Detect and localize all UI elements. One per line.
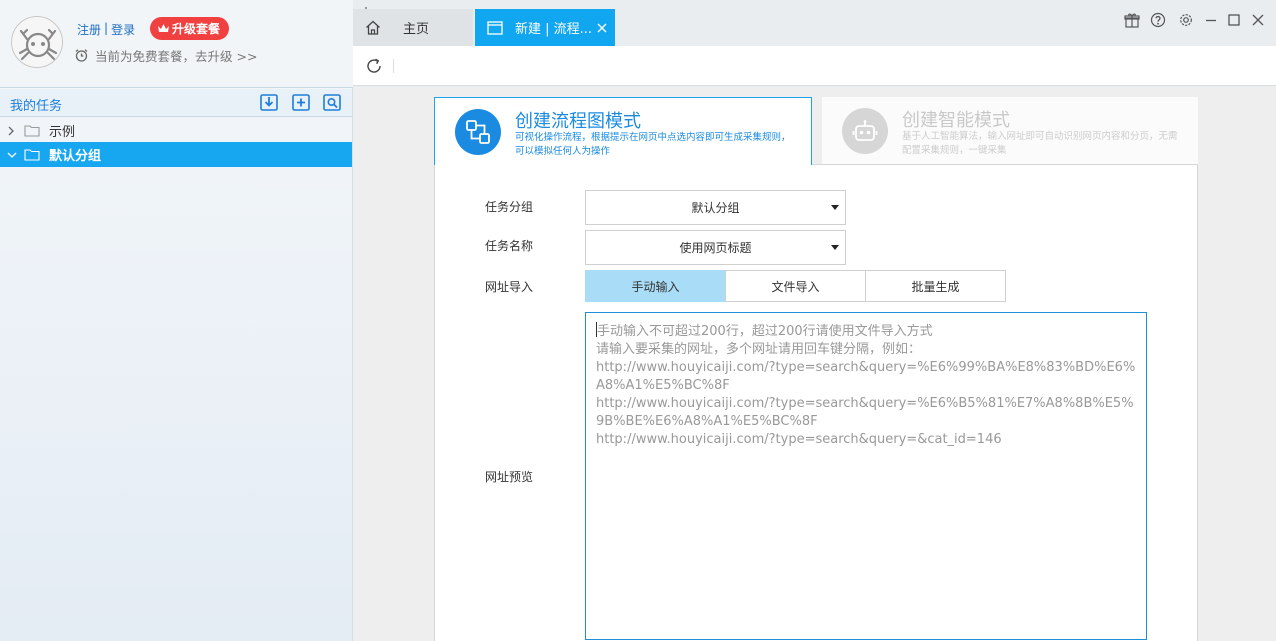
- task-group-label: 任务分组: [485, 200, 534, 214]
- close-tab-icon[interactable]: [597, 23, 607, 33]
- mode-title: 创建智能模式: [902, 110, 1010, 131]
- tab-home[interactable]: 主页: [353, 9, 473, 46]
- folder-icon: [24, 148, 40, 161]
- tree-item-default-group[interactable]: 默认分组: [0, 142, 352, 167]
- tab-manual-input[interactable]: 手动输入: [585, 270, 726, 302]
- url-textarea[interactable]: 手动输入不可超过200行，超过200行请使用文件导入方式 请输入要采集的网址，多…: [585, 312, 1147, 640]
- window-icon: [487, 20, 503, 35]
- robot-icon: [842, 108, 888, 154]
- mode-description: 基于人工智能算法，输入网址即可自动识别网页内容和分页，无需配置采集规则，一键采集: [902, 131, 1178, 156]
- folder-icon: [24, 124, 40, 137]
- help-icon: [1150, 12, 1166, 28]
- mode-description: 可视化操作流程，根据提示在网页中点选内容即可生成采集规则，可以模拟任何人为操作: [515, 132, 791, 157]
- task-group-select[interactable]: 默认分组: [585, 190, 846, 225]
- tree-item-label: 默认分组: [49, 149, 102, 164]
- mode-tab-smart[interactable]: 创建智能模式 基于人工智能算法，输入网址即可自动识别网页内容和分页，无需配置采集…: [822, 97, 1198, 165]
- avatar[interactable]: [11, 16, 63, 68]
- login-links: 注册 | 登录: [77, 21, 135, 38]
- refresh-icon[interactable]: [365, 57, 383, 75]
- tree-item-label: 示例: [49, 125, 76, 140]
- minimize-icon: [1206, 19, 1216, 22]
- close-icon: [1252, 14, 1264, 26]
- alarm-clock-icon: [75, 49, 88, 62]
- register-link[interactable]: 注册: [77, 21, 101, 38]
- link-separator: |: [104, 21, 109, 35]
- user-box: 注册 | 登录 升级套餐 当前为免费套餐，去升级 >>: [0, 0, 353, 88]
- login-link[interactable]: 登录: [111, 21, 135, 38]
- gift-button[interactable]: [1123, 11, 1141, 29]
- tab-new-flow[interactable]: 新建 | 流程...: [475, 9, 615, 46]
- left-panel: 注册 | 登录 升级套餐 当前为免费套餐，去升级 >> 我的任务 示例 默认分组: [0, 0, 353, 641]
- flowchart-icon: [455, 109, 501, 155]
- plan-text: 当前为免费套餐，去升级 >>: [95, 49, 258, 64]
- select-value: 使用网页标题: [679, 241, 752, 255]
- chevron-right-icon[interactable]: [7, 126, 17, 136]
- help-button[interactable]: [1149, 11, 1167, 29]
- maximize-button[interactable]: [1225, 11, 1243, 29]
- mode-tab-flowchart[interactable]: 创建流程图模式 可视化操作流程，根据提示在网页中点选内容即可生成采集规则，可以模…: [434, 97, 812, 165]
- search-task-icon[interactable]: [322, 92, 342, 112]
- url-import-tabs: 手动输入 文件导入 批量生成: [585, 270, 1007, 302]
- tree-item-example[interactable]: 示例: [0, 118, 352, 143]
- crab-avatar-icon: [18, 28, 58, 61]
- dropdown-arrow-icon: [831, 245, 839, 250]
- maximize-icon: [1228, 14, 1240, 26]
- url-placeholder: 手动输入不可超过200行，超过200行请使用文件导入方式 请输入要采集的网址，多…: [596, 324, 1136, 447]
- task-name-label: 任务名称: [485, 239, 534, 253]
- task-header: 我的任务: [0, 89, 352, 117]
- select-value: 默认分组: [691, 201, 740, 215]
- toolbar: [353, 46, 1276, 86]
- plan-status[interactable]: 当前为免费套餐，去升级 >>: [74, 46, 257, 65]
- chevron-down-icon[interactable]: [7, 151, 17, 159]
- close-window-button[interactable]: [1249, 11, 1267, 29]
- settings-button[interactable]: [1177, 11, 1195, 29]
- main-content: 创建流程图模式 可视化操作流程，根据提示在网页中点选内容即可生成采集规则，可以模…: [353, 87, 1276, 641]
- toolbar-divider: [393, 59, 394, 73]
- tab-batch-generate[interactable]: 批量生成: [865, 270, 1006, 302]
- gear-icon: [1180, 14, 1192, 26]
- task-name-select[interactable]: 使用网页标题: [585, 230, 846, 265]
- gift-icon: [1124, 13, 1140, 28]
- home-icon: [366, 20, 380, 35]
- upgrade-label: 升级套餐: [172, 22, 221, 36]
- dropdown-arrow-icon: [831, 205, 839, 210]
- url-preview-label: 网址预览: [485, 470, 534, 484]
- add-task-icon[interactable]: [291, 92, 311, 112]
- my-tasks-title: 我的任务: [10, 99, 63, 114]
- tab-bar: 主页 新建 | 流程...: [353, 0, 1276, 46]
- import-task-icon[interactable]: [259, 92, 279, 112]
- tab-label: 主页: [403, 22, 430, 37]
- tab-label: 新建 | 流程...: [515, 22, 593, 37]
- mode-title: 创建流程图模式: [515, 111, 641, 132]
- minimize-button[interactable]: [1202, 11, 1220, 29]
- url-import-label: 网址导入: [485, 280, 534, 294]
- tab-file-import[interactable]: 文件导入: [725, 270, 866, 302]
- upgrade-plan-button[interactable]: 升级套餐: [150, 17, 230, 40]
- crown-icon: [158, 24, 169, 32]
